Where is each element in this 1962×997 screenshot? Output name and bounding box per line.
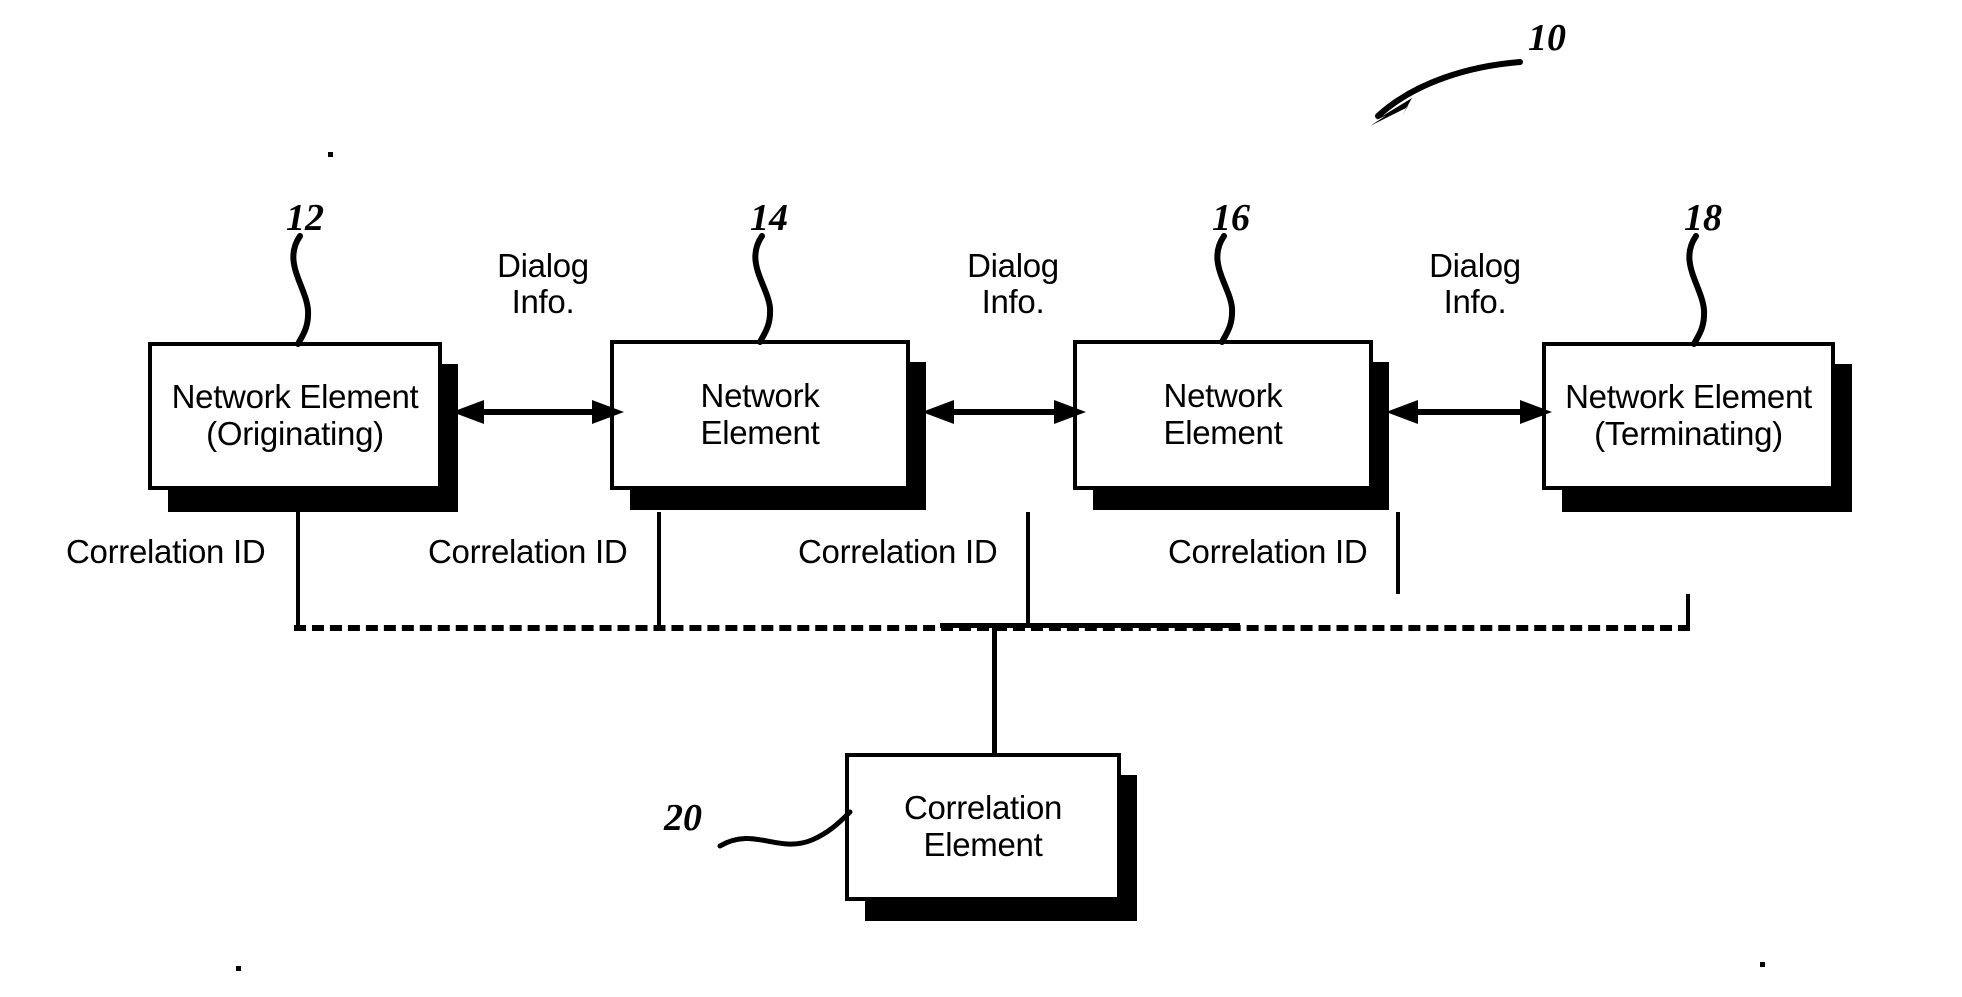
ne-3-label: Network Element	[1163, 377, 1283, 451]
dialog-arrow-1-icon	[452, 400, 624, 424]
correlation-id-label-4: Correlation ID	[1168, 533, 1368, 570]
correlation-id-tick-4	[1396, 512, 1400, 594]
ne-2-leader-icon	[752, 233, 774, 345]
ne-3-leader-icon	[1214, 233, 1236, 345]
dialog-info-label-1: Dialog Info.	[497, 247, 589, 321]
correlation-id-stub-1	[296, 594, 300, 628]
correlation-element-label: Correlation Element	[903, 789, 1063, 863]
correlation-element-drop-line	[992, 625, 997, 755]
dialog-arrow-3-icon	[1386, 400, 1552, 424]
correlation-id-tick-3	[1026, 512, 1030, 594]
figure-ref-number: 10	[1528, 17, 1566, 59]
ne-3-ref-number: 16	[1212, 197, 1250, 239]
scan-artifact-dot	[328, 152, 333, 157]
scan-artifact-dot-bottom-right	[1760, 962, 1765, 967]
ne-1-leader-icon	[290, 233, 312, 347]
network-element-terminating[interactable]: Network Element (Terminating)	[1542, 342, 1835, 490]
correlation-id-stub-2	[657, 594, 661, 628]
ne-2-label: Network Element	[700, 377, 820, 451]
correlation-id-label-1: Correlation ID	[66, 533, 266, 570]
network-element-originating[interactable]: Network Element (Originating)	[148, 342, 442, 490]
network-element-3[interactable]: Network Element	[1073, 340, 1373, 490]
dialog-info-label-2: Dialog Info.	[967, 247, 1059, 321]
scan-artifact-dot-bottom	[236, 966, 241, 971]
ne-4-ref-number: 18	[1684, 197, 1722, 239]
ne-4-label: Network Element (Terminating)	[1565, 378, 1812, 452]
correlation-element-leader-icon	[717, 809, 853, 849]
correlation-bus-solid-segment	[940, 623, 1240, 628]
patent-figure: 10 12 Network Element (Originating) Dial…	[0, 0, 1962, 997]
correlation-element[interactable]: Correlation Element	[845, 753, 1121, 901]
network-element-2[interactable]: Network Element	[610, 340, 910, 490]
correlation-id-label-3: Correlation ID	[798, 533, 998, 570]
dialog-info-label-3: Dialog Info.	[1429, 247, 1521, 321]
ne-4-leader-icon	[1686, 233, 1708, 347]
correlation-id-tick-1	[296, 512, 300, 594]
dialog-arrow-2-icon	[922, 400, 1086, 424]
correlation-id-stub-4	[1686, 594, 1690, 628]
ne-1-ref-number: 12	[286, 197, 324, 239]
ne-2-ref-number: 14	[750, 197, 788, 239]
ne-1-label: Network Element (Originating)	[171, 378, 419, 452]
correlation-element-ref-number: 20	[664, 797, 702, 839]
correlation-id-label-2: Correlation ID	[428, 533, 628, 570]
correlation-id-tick-2	[657, 512, 661, 594]
figure-ref-leader-icon	[1370, 59, 1523, 126]
